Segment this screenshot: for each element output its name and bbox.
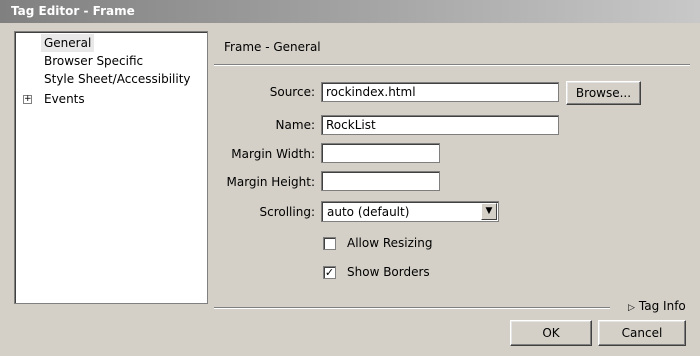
scrolling-select[interactable]: auto (default) ▼ <box>321 201 499 222</box>
source-input[interactable] <box>321 82 559 102</box>
cancel-button[interactable]: Cancel <box>598 320 686 346</box>
footer-divider <box>214 307 610 309</box>
category-general[interactable]: General <box>41 34 95 52</box>
name-label: Name: <box>275 118 315 132</box>
name-input[interactable] <box>321 115 559 135</box>
category-browser-specific[interactable]: Browser Specific <box>41 52 146 70</box>
scrolling-label: Scrolling: <box>259 205 316 219</box>
show-borders-checkbox[interactable]: ✓ <box>323 266 336 279</box>
margin-height-input[interactable] <box>321 171 440 191</box>
margin-width-input[interactable] <box>321 143 440 163</box>
section-divider <box>214 64 690 66</box>
category-list[interactable]: General Browser Specific Style Sheet/Acc… <box>14 31 208 304</box>
scrolling-selected-value: auto (default) <box>327 205 410 219</box>
category-events[interactable]: Events <box>41 90 88 108</box>
allow-resizing-checkbox[interactable] <box>323 237 336 250</box>
dropdown-arrow-icon[interactable]: ▼ <box>481 203 497 220</box>
window-title: Tag Editor - Frame <box>0 0 700 23</box>
section-title: Frame - General <box>224 40 321 54</box>
browse-button[interactable]: Browse... <box>566 81 641 105</box>
margin-height-label: Margin Height: <box>226 175 315 189</box>
allow-resizing-label[interactable]: Allow Resizing <box>347 236 432 250</box>
tag-info-label: Tag Info <box>638 299 686 313</box>
category-style-sheet-accessibility[interactable]: Style Sheet/Accessibility <box>41 70 194 88</box>
margin-width-label: Margin Width: <box>231 147 315 161</box>
tag-info-toggle[interactable]: ▷ Tag Info <box>628 299 686 313</box>
expand-plus-icon[interactable]: + <box>23 95 32 104</box>
triangle-right-icon: ▷ <box>628 303 635 313</box>
ok-button[interactable]: OK <box>510 320 592 346</box>
source-label: Source: <box>269 85 315 99</box>
show-borders-label[interactable]: Show Borders <box>347 265 430 279</box>
